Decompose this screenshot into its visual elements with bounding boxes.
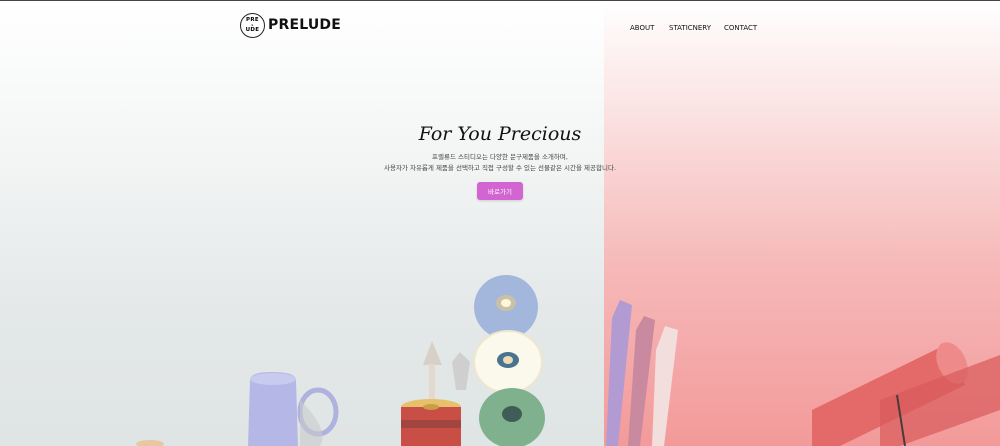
brand-name[interactable]: PRELUDE	[268, 17, 341, 33]
hero-description-line-2: 사용자가 자유롭게 제품을 선택하고 직접 구성할 수 있는 선물같은 시간을 …	[383, 164, 617, 172]
hero-background-right	[604, 1, 1000, 446]
go-button[interactable]: 바로가기	[477, 182, 523, 200]
brand-logo[interactable]: PRE L UDE	[240, 13, 265, 38]
hero-description: 프렐류드 스티디오는 다양한 문구제품을 소개하며, 사용자가 자유롭게 제품을…	[0, 152, 1000, 174]
logo-line-3: UDE	[245, 26, 260, 33]
nav-stationery-link[interactable]: STATICNERY	[669, 24, 711, 32]
hero-title: For You Precious	[418, 123, 582, 145]
hero-description-line-1: 프렐류드 스티디오는 다양한 문구제품을 소개하며,	[432, 153, 568, 161]
nav-contact-link[interactable]: CONTACT	[724, 24, 757, 32]
hero-background-left	[0, 1, 604, 446]
nav-about-link[interactable]: ABOUT	[630, 24, 654, 32]
